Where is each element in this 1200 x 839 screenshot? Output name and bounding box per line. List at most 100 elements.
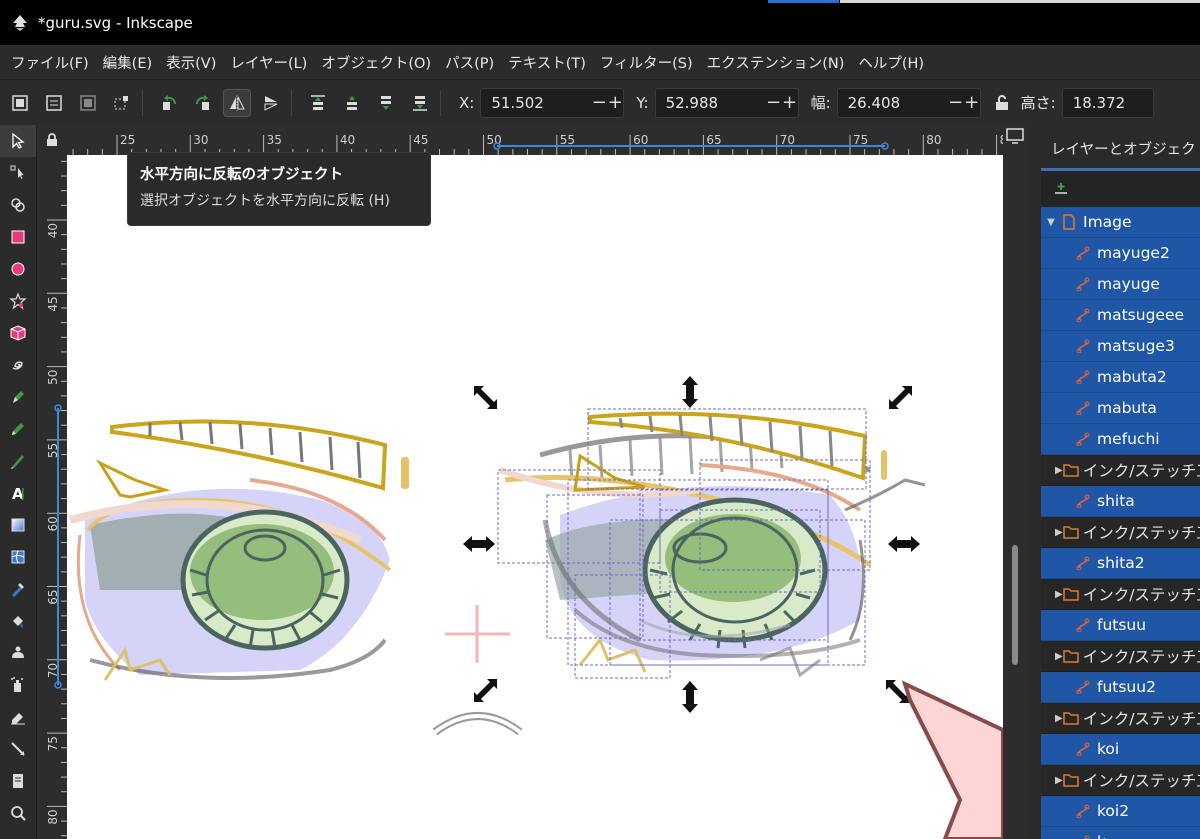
- tweak-tool[interactable]: [0, 637, 36, 669]
- dock-handle[interactable]: [1027, 125, 1041, 839]
- layer-object-row[interactable]: k: [1041, 827, 1200, 839]
- expand-arrow-icon[interactable]: ▶: [1055, 713, 1063, 724]
- layer-group-row[interactable]: ▶ インク/ステッチ工: [1041, 641, 1200, 672]
- canvas-vertical-scrollbar[interactable]: [1003, 125, 1027, 839]
- layer-object-row[interactable]: futsuu: [1041, 610, 1200, 641]
- x-decrement-button[interactable]: −: [591, 92, 607, 113]
- flip-horizontal-button[interactable]: [223, 88, 251, 117]
- layer-object-row[interactable]: matsuge3: [1041, 331, 1200, 362]
- menu-filters[interactable]: フィルター(S): [593, 52, 700, 73]
- select-all-button[interactable]: [6, 89, 34, 117]
- dropper-tool[interactable]: [0, 573, 36, 605]
- selector-tool[interactable]: [0, 125, 36, 157]
- layer-label: インク/ステッチ工: [1082, 586, 1200, 604]
- zoom-tool[interactable]: [0, 797, 36, 829]
- collapse-arrow-icon[interactable]: ▼: [1043, 217, 1059, 228]
- layer-object-row[interactable]: shita: [1041, 486, 1200, 517]
- layer-object-row[interactable]: matsugeee: [1041, 300, 1200, 331]
- calligraphy-tool[interactable]: [0, 445, 36, 477]
- drawing-canvas[interactable]: [67, 155, 1003, 839]
- horizontal-ruler[interactable]: 25303540455055606570758085: [67, 125, 1003, 155]
- height-input[interactable]: [1062, 93, 1153, 112]
- raise-button[interactable]: [338, 89, 366, 117]
- menu-path[interactable]: パス(P): [438, 52, 501, 73]
- folder-icon: [1062, 463, 1079, 477]
- touch-select-button[interactable]: [108, 89, 136, 117]
- layer-object-row[interactable]: koi: [1041, 734, 1200, 765]
- pencil-tool[interactable]: [0, 413, 36, 445]
- lower-icon: [381, 95, 391, 110]
- layer-object-row[interactable]: mabuta: [1041, 393, 1200, 424]
- tab-layers-and-objects[interactable]: レイヤーとオブジェクト: [1041, 125, 1200, 171]
- y-decrement-button[interactable]: −: [766, 92, 782, 113]
- paint-bucket-tool[interactable]: [0, 605, 36, 637]
- y-input[interactable]: [655, 93, 766, 112]
- selector-tool-icon: [12, 132, 25, 149]
- ruler-label: 75: [46, 736, 60, 751]
- layer-group-row[interactable]: ▶ インク/ステッチ工: [1041, 455, 1200, 486]
- lock-ratio-icon[interactable]: [995, 94, 1009, 111]
- eraser-tool[interactable]: [0, 701, 36, 733]
- gradient-tool[interactable]: [0, 509, 36, 541]
- deselect-button[interactable]: [74, 89, 102, 117]
- ellipse-tool[interactable]: [0, 253, 36, 285]
- layer-root[interactable]: ▼ Image: [1041, 207, 1200, 238]
- flip-vertical-button[interactable]: [257, 89, 285, 117]
- layer-object-row[interactable]: mefuchi: [1041, 424, 1200, 455]
- node-tool[interactable]: [0, 157, 36, 189]
- pen-tool[interactable]: [0, 381, 36, 413]
- add-layer-icon[interactable]: [1053, 181, 1069, 197]
- rotate-cw-button[interactable]: [189, 89, 217, 117]
- text-tool[interactable]: A: [0, 477, 36, 509]
- layer-object-row[interactable]: mayuge2: [1041, 238, 1200, 269]
- layer-label: matsugeee: [1097, 306, 1185, 324]
- layer-object-row[interactable]: mayuge: [1041, 269, 1200, 300]
- scrollbar-thumb[interactable]: [1012, 545, 1018, 665]
- star-tool[interactable]: [0, 285, 36, 317]
- raise-to-top-button[interactable]: [304, 89, 332, 117]
- vertical-ruler[interactable]: 40 45 50 55 60 65 70 75 80: [37, 155, 67, 839]
- menu-view[interactable]: 表示(V): [159, 52, 223, 73]
- expand-arrow-icon[interactable]: ▶: [1055, 465, 1063, 476]
- y-increment-button[interactable]: +: [782, 92, 798, 113]
- expand-arrow-icon[interactable]: ▶: [1055, 651, 1063, 662]
- pages-tool[interactable]: [0, 765, 36, 797]
- layer-label: インク/ステッチ工: [1082, 710, 1200, 728]
- guide-lock-toggle[interactable]: [37, 125, 67, 155]
- menu-edit[interactable]: 編集(E): [96, 52, 159, 73]
- layer-group-row[interactable]: ▶ インク/ステッチ工: [1041, 765, 1200, 796]
- menu-text[interactable]: テキスト(T): [501, 52, 593, 73]
- x-input[interactable]: [481, 93, 592, 112]
- width-decrement-button[interactable]: −: [948, 92, 964, 113]
- display-mode-icon[interactable]: [1005, 127, 1025, 145]
- rectangle-tool[interactable]: [0, 221, 36, 253]
- expand-arrow-icon[interactable]: ▶: [1055, 527, 1063, 538]
- layer-group-row[interactable]: ▶ インク/ステッチ工: [1041, 703, 1200, 734]
- shape-builder-tool[interactable]: [0, 189, 36, 221]
- connector-tool[interactable]: [0, 733, 36, 765]
- spiral-tool[interactable]: [0, 349, 36, 381]
- expand-arrow-icon[interactable]: ▶: [1055, 775, 1063, 786]
- menu-extensions[interactable]: エクステンション(N): [700, 52, 852, 73]
- layer-group-row[interactable]: ▶ インク/ステッチ工: [1041, 517, 1200, 548]
- menu-layer[interactable]: レイヤー(L): [223, 52, 314, 73]
- layer-object-row[interactable]: shita2: [1041, 548, 1200, 579]
- select-all-layers-button[interactable]: [40, 89, 68, 117]
- expand-arrow-icon[interactable]: ▶: [1055, 589, 1063, 600]
- x-increment-button[interactable]: +: [607, 92, 623, 113]
- menu-object[interactable]: オブジェクト(O): [314, 52, 438, 73]
- lower-button[interactable]: [372, 89, 400, 117]
- width-increment-button[interactable]: +: [964, 92, 980, 113]
- 3d-box-tool[interactable]: [0, 317, 36, 349]
- layer-object-row[interactable]: mabuta2: [1041, 362, 1200, 393]
- layer-group-row[interactable]: ▶ インク/ステッチ工: [1041, 579, 1200, 610]
- layer-object-row[interactable]: koi2: [1041, 796, 1200, 827]
- lower-to-bottom-button[interactable]: [406, 89, 434, 117]
- menu-file[interactable]: ファイル(F): [4, 52, 96, 73]
- spray-tool[interactable]: [0, 669, 36, 701]
- menu-help[interactable]: ヘルプ(H): [851, 52, 931, 73]
- rotate-ccw-button[interactable]: [155, 89, 183, 117]
- layer-object-row[interactable]: futsuu2: [1041, 672, 1200, 703]
- mesh-tool[interactable]: [0, 541, 36, 573]
- width-input[interactable]: [837, 93, 948, 112]
